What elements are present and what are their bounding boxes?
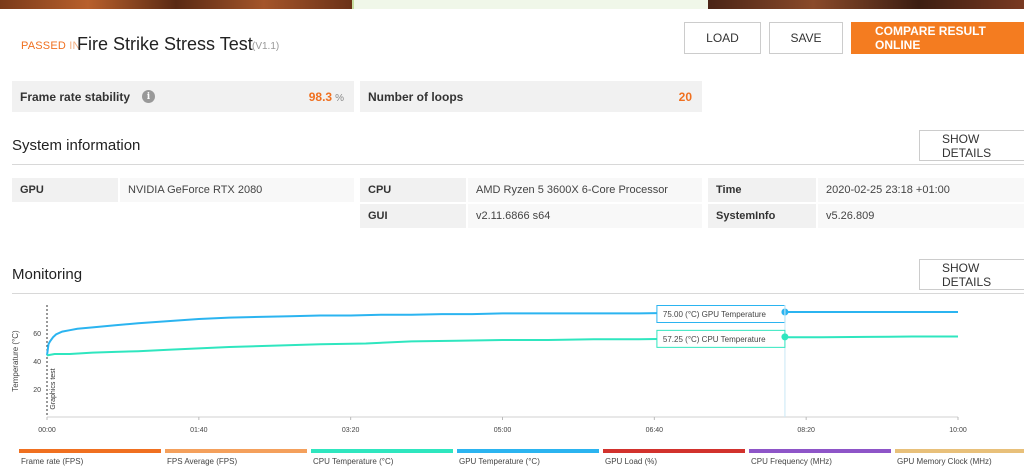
y-tick-label: 20 — [33, 387, 41, 394]
monitoring-title: Monitoring — [12, 266, 83, 283]
series-line-cpu-temperature — [46, 335, 958, 357]
sys-value-systeminfo: v5.26.809 — [818, 204, 1024, 228]
legend-label: GPU Memory Clock (MHz) — [897, 457, 992, 466]
load-button[interactable]: LOAD — [684, 22, 761, 54]
version-label: (V1.1) — [252, 41, 280, 52]
system-show-details-button[interactable]: SHOW DETAILS — [919, 130, 1024, 161]
chart-series — [46, 311, 958, 357]
legend-item[interactable]: CPU Frequency (MHz) — [749, 449, 891, 473]
sys-key-cpu: CPU — [360, 178, 466, 202]
y-axis-label: Temperature (°C) — [11, 330, 20, 392]
sys-value-gui: v2.11.6866 s64 — [468, 204, 702, 228]
sys-value-cpu: AMD Ryzen 5 3600X 6-Core Processor — [468, 178, 702, 202]
banner-strip — [0, 0, 1024, 9]
annotation-point — [781, 333, 789, 341]
monitoring-chart: 20 40 60 00:00 01:40 03:20 05:00 06:40 08:20 10:… — [0, 295, 1024, 473]
sys-key-systeminfo: SystemInfo — [708, 204, 816, 228]
result-header: PASSED IN Fire Strike Stress Test (V1.1)… — [0, 9, 1024, 69]
x-tick-label: 03:20 — [342, 427, 360, 434]
x-tick-label: 08:20 — [797, 427, 815, 434]
sys-key-gui: GUI — [360, 204, 466, 228]
section-divider — [12, 293, 1024, 294]
stat-label: Frame rate stability — [20, 89, 131, 104]
legend-swatch — [19, 449, 161, 453]
compare-result-online-button[interactable]: COMPARE RESULT ONLINE — [851, 22, 1024, 54]
graphics-test-label: Graphics test — [50, 368, 57, 409]
chart-svg: 20 40 60 00:00 01:40 03:20 05:00 06:40 08:20 10:… — [11, 305, 967, 434]
banner-image-middle — [352, 0, 708, 9]
stat-value: 98.3% — [309, 90, 344, 104]
frame-rate-stability-value: 98.3 — [308, 89, 333, 104]
section-divider — [12, 164, 1024, 165]
legend-swatch — [165, 449, 307, 453]
legend-label: GPU Temperature (°C) — [459, 457, 540, 466]
legend-label: FPS Average (FPS) — [167, 457, 238, 466]
x-tick-label: 05:00 — [494, 427, 512, 434]
sys-key-time: Time — [708, 178, 816, 202]
legend-item[interactable]: GPU Temperature (°C) — [457, 449, 599, 473]
legend-swatch — [603, 449, 745, 453]
stat-label: Number of loops — [368, 89, 464, 104]
chart-y-ticks: 20 40 60 — [33, 331, 41, 394]
sys-value-time: 2020-02-25 23:18 +01:00 — [818, 178, 1024, 202]
legend-label: GPU Load (%) — [605, 457, 658, 466]
save-button[interactable]: SAVE — [769, 22, 843, 54]
annotation-label: 57.25 (°C) CPU Temperature — [663, 335, 766, 344]
legend-item[interactable]: GPU Load (%) — [603, 449, 745, 473]
banner-image-right — [708, 0, 1024, 9]
passed-label: PASSED — [21, 40, 67, 52]
x-tick-label: 10:00 — [949, 427, 967, 434]
page-title: Fire Strike Stress Test — [77, 34, 253, 54]
y-tick-label: 60 — [33, 331, 41, 338]
annotation-label: 75.00 (°C) GPU Temperature — [663, 310, 767, 319]
banner-image-left — [0, 0, 352, 9]
frame-rate-stability-stat: Frame rate stability i 98.3% — [12, 81, 354, 112]
monitoring-show-details-button[interactable]: SHOW DETAILS — [919, 259, 1024, 290]
legend-label: CPU Frequency (MHz) — [751, 457, 832, 466]
legend-swatch — [457, 449, 599, 453]
status-badge: PASSED IN — [21, 40, 81, 52]
legend-label: CPU Temperature (°C) — [313, 457, 394, 466]
number-of-loops-stat: Number of loops 20 — [360, 81, 702, 112]
legend-item[interactable]: GPU Memory Clock (MHz) — [895, 449, 1024, 473]
legend-swatch — [749, 449, 891, 453]
sys-value-gpu: NVIDIA GeForce RTX 2080 — [120, 178, 354, 202]
x-tick-label: 01:40 — [190, 427, 208, 434]
number-of-loops-value: 20 — [678, 89, 692, 104]
legend-swatch — [895, 449, 1024, 453]
sys-key-gpu: GPU — [12, 178, 118, 202]
x-tick-label: 06:40 — [646, 427, 664, 434]
x-tick-label: 00:00 — [38, 427, 56, 434]
legend-swatch — [311, 449, 453, 453]
chart-x-ticks: 00:00 01:40 03:20 05:00 06:40 08:20 10:00 — [38, 417, 967, 434]
stat-unit: % — [335, 92, 344, 104]
system-information-title: System information — [12, 137, 141, 154]
legend-item[interactable]: CPU Temperature (°C) — [311, 449, 453, 473]
legend-label: Frame rate (FPS) — [21, 457, 84, 466]
legend-item[interactable]: Frame rate (FPS) — [19, 449, 161, 473]
y-tick-label: 40 — [33, 359, 41, 366]
chart-annotations: 75.00 (°C) GPU Temperature 57.25 (°C) CPU… — [656, 305, 789, 417]
info-icon[interactable]: i — [142, 90, 155, 103]
legend-item[interactable]: FPS Average (FPS) — [165, 449, 307, 473]
